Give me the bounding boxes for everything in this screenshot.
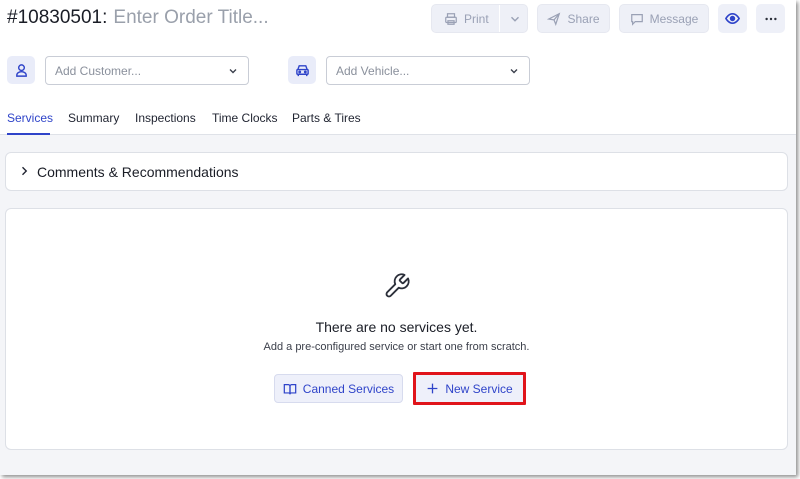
new-service-label: New Service [445, 381, 513, 396]
car-icon [295, 63, 310, 78]
more-horizontal-icon [764, 12, 778, 26]
order-title: #10830501: Enter Order Title... [7, 7, 269, 29]
vehicle-select[interactable]: Add Vehicle... [326, 56, 530, 85]
share-label: Share [567, 11, 600, 26]
view-button[interactable] [718, 4, 747, 33]
print-button[interactable]: Print [431, 4, 528, 33]
customer-icon-box [7, 56, 35, 84]
order-title-input[interactable]: Enter Order Title... [113, 7, 268, 29]
tab-inspections[interactable]: Inspections [135, 111, 196, 125]
eye-icon [725, 11, 740, 26]
user-icon [14, 63, 29, 78]
vehicle-placeholder: Add Vehicle... [336, 63, 410, 78]
empty-state-subtitle: Add a pre-configured service or start on… [263, 341, 530, 353]
more-options-button[interactable] [756, 4, 785, 33]
share-button[interactable]: Share [537, 4, 610, 33]
tab-summary[interactable]: Summary [68, 111, 119, 125]
tab-time-clocks[interactable]: Time Clocks [212, 111, 278, 125]
app-window: #10830501: Enter Order Title... Print Sh… [0, 0, 796, 475]
canned-services-label: Canned Services [302, 381, 395, 396]
book-icon [283, 382, 297, 396]
chevron-down-icon[interactable] [508, 12, 522, 26]
message-button[interactable]: Message [619, 4, 709, 33]
wrench-icon [383, 272, 411, 300]
plus-icon [426, 382, 439, 395]
chevron-right-icon [18, 165, 30, 177]
order-header: #10830501: Enter Order Title... Print Sh… [0, 0, 796, 135]
message-label: Message [649, 11, 699, 26]
printer-icon [444, 12, 458, 26]
comments-panel[interactable]: Comments & Recommendations [5, 152, 788, 191]
customer-placeholder: Add Customer... [55, 63, 142, 78]
print-label: Print [464, 11, 489, 26]
tab-services[interactable]: Services [7, 111, 53, 125]
comments-title: Comments & Recommendations [37, 164, 239, 180]
active-tab-indicator [7, 133, 50, 135]
chevron-down-icon [227, 65, 239, 77]
vehicle-icon-box [288, 56, 316, 84]
tab-parts-tires[interactable]: Parts & Tires [292, 111, 361, 125]
empty-state-title: There are no services yet. [315, 319, 478, 335]
customer-select[interactable]: Add Customer... [45, 56, 249, 85]
tab-bar: Services Summary Inspections Time Clocks… [0, 108, 796, 135]
split-divider [499, 5, 500, 32]
canned-services-button[interactable]: Canned Services [274, 374, 403, 403]
order-number: #10830501: [7, 7, 108, 28]
send-icon [547, 12, 561, 26]
new-service-button[interactable]: New Service [413, 372, 526, 405]
services-panel: There are no services yet. Add a pre-con… [5, 208, 788, 450]
message-icon [630, 12, 644, 26]
chevron-down-icon [508, 65, 520, 77]
